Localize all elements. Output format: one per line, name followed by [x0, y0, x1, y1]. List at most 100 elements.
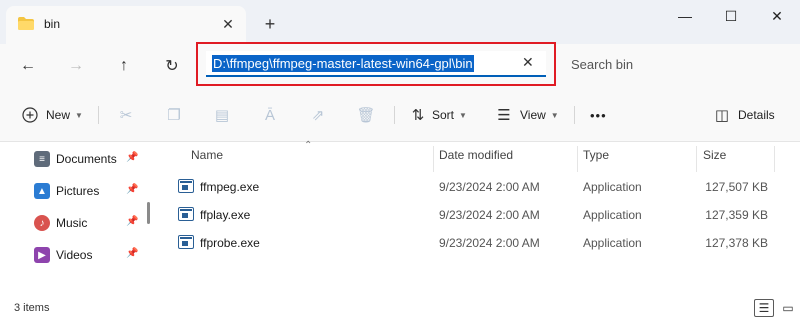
share-button[interactable]: ⇗ [308, 102, 328, 128]
rename-icon: Ā [264, 106, 275, 124]
file-name: ffmpeg.exe [200, 180, 260, 194]
tiles-view-icon[interactable]: ▭ [778, 299, 798, 317]
file-date: 9/23/2024 2:00 AM [439, 180, 540, 194]
more-options-button[interactable]: ••• [590, 102, 607, 128]
up-button[interactable]: ↑ [110, 52, 138, 80]
clipboard-icon: ▤ [214, 107, 230, 124]
table-row[interactable]: ffmpeg.exe 9/23/2024 2:00 AM Application… [160, 173, 800, 201]
details-pane-button[interactable]: ◫ Details [712, 102, 775, 128]
command-bar: New ▼ ✂ ❐ ▤ Ā ⇗ 🗑 ⇅ Sort ▼ ☰ View ▼ ••• … [0, 88, 800, 142]
documents-icon: ≡ [34, 151, 50, 167]
tab-bin[interactable]: bin ✕ [6, 6, 246, 44]
file-type: Application [583, 236, 642, 250]
sort-ascending-icon: ⌃ [304, 140, 313, 151]
sidebar-scrollbar[interactable] [147, 202, 150, 224]
file-date: 9/23/2024 2:00 AM [439, 236, 540, 250]
toolbar-divider [98, 106, 99, 124]
pin-icon[interactable]: 📌 [126, 152, 138, 163]
sort-arrows-icon: ⇅ [411, 107, 425, 124]
delete-button[interactable]: 🗑 [356, 102, 376, 128]
list-view-icon: ☰ [497, 107, 511, 124]
column-divider[interactable] [774, 146, 775, 172]
sidebar-item-label: Pictures [56, 184, 100, 198]
details-label: Details [738, 108, 775, 122]
sidebar-item-music[interactable]: ♪ Music 📌 [34, 212, 144, 234]
sidebar-item-videos[interactable]: ▶ Videos 📌 [34, 244, 144, 266]
search-input[interactable]: Search bin [562, 52, 800, 78]
file-size: 127,378 KB [705, 236, 768, 250]
pin-icon[interactable]: 📌 [126, 184, 138, 195]
column-header-size[interactable]: Size [703, 148, 726, 162]
column-divider[interactable] [696, 146, 697, 172]
copy-icon: ❐ [167, 107, 181, 124]
sidebar-item-documents[interactable]: ≡ Documents 📌 [34, 148, 144, 170]
column-header-date[interactable]: Date modified [439, 148, 513, 162]
forward-button[interactable]: → [62, 52, 90, 80]
file-name: ffprobe.exe [200, 236, 260, 250]
chevron-down-icon: ▼ [75, 110, 83, 120]
clear-address-icon[interactable]: ✕ [522, 54, 534, 71]
pin-icon[interactable]: 📌 [126, 248, 138, 259]
title-bar: bin ✕ + — ☐ ✕ [0, 0, 800, 44]
scissors-icon: ✂ [119, 107, 133, 124]
search-placeholder: Search bin [571, 57, 634, 72]
plus-circle-icon [22, 107, 38, 123]
toolbar-divider [394, 106, 395, 124]
folder-icon [18, 17, 34, 30]
view-button[interactable]: ☰ View ▼ [494, 102, 559, 128]
status-bar: 3 items ☰ ▭ [0, 296, 800, 320]
column-divider[interactable] [577, 146, 578, 172]
details-view-icon[interactable]: ☰ [754, 299, 774, 317]
column-header-name[interactable]: Name [191, 148, 223, 162]
application-icon [178, 235, 194, 249]
trash-icon: 🗑 [356, 107, 376, 124]
sidebar-item-label: Videos [56, 248, 93, 262]
application-icon [178, 179, 194, 193]
pictures-icon: ▲ [34, 183, 50, 199]
music-icon: ♪ [34, 215, 50, 231]
minimize-button[interactable]: — [662, 0, 708, 32]
sort-label: Sort [432, 108, 455, 122]
file-type: Application [583, 208, 642, 222]
sort-button[interactable]: ⇅ Sort ▼ [408, 102, 467, 128]
sidebar-item-label: Music [56, 216, 88, 230]
copy-button[interactable]: ❐ [164, 102, 184, 128]
column-header-type[interactable]: Type [583, 148, 609, 162]
tab-title: bin [44, 17, 61, 31]
refresh-button[interactable]: ↻ [158, 52, 186, 80]
item-count: 3 items [14, 302, 50, 314]
details-pane-icon: ◫ [714, 107, 730, 124]
file-date: 9/23/2024 2:00 AM [439, 208, 540, 222]
view-label: View [520, 108, 546, 122]
toolbar-divider [574, 106, 575, 124]
close-window-button[interactable]: ✕ [754, 0, 800, 32]
tab-close-icon[interactable]: ✕ [218, 14, 238, 34]
column-divider[interactable] [433, 146, 434, 172]
chevron-down-icon: ▼ [550, 110, 559, 120]
address-path-text[interactable]: D:\ffmpeg\ffmpeg-master-latest-win64-gpl… [212, 55, 474, 72]
file-name: ffplay.exe [200, 208, 251, 222]
pin-icon[interactable]: 📌 [126, 216, 138, 227]
file-list: ⌃ Name Date modified Type Size ffmpeg.ex… [160, 140, 800, 296]
file-size: 127,507 KB [705, 180, 768, 194]
new-tab-button[interactable]: + [258, 12, 282, 36]
paste-button[interactable]: ▤ [212, 102, 232, 128]
address-input[interactable]: D:\ffmpeg\ffmpeg-master-latest-win64-gpl… [206, 51, 546, 77]
table-row[interactable]: ffplay.exe 9/23/2024 2:00 AM Application… [160, 201, 800, 229]
share-icon: ⇗ [311, 107, 325, 124]
sidebar-item-pictures[interactable]: ▲ Pictures 📌 [34, 180, 144, 202]
table-row[interactable]: ffprobe.exe 9/23/2024 2:00 AM Applicatio… [160, 229, 800, 257]
videos-icon: ▶ [34, 247, 50, 263]
chevron-down-icon: ▼ [459, 110, 467, 120]
file-size: 127,359 KB [705, 208, 768, 222]
cut-button[interactable]: ✂ [116, 102, 136, 128]
application-icon [178, 207, 194, 221]
rename-button[interactable]: Ā [260, 102, 280, 128]
file-type: Application [583, 180, 642, 194]
maximize-button[interactable]: ☐ [708, 0, 754, 32]
new-label: New [46, 108, 71, 122]
navigation-pane: ≡ Documents 📌 ▲ Pictures 📌 ♪ Music 📌 ▶ V… [0, 142, 156, 296]
back-button[interactable]: ← [14, 52, 42, 80]
sidebar-item-label: Documents [56, 152, 117, 166]
new-button[interactable]: New ▼ [20, 102, 83, 128]
